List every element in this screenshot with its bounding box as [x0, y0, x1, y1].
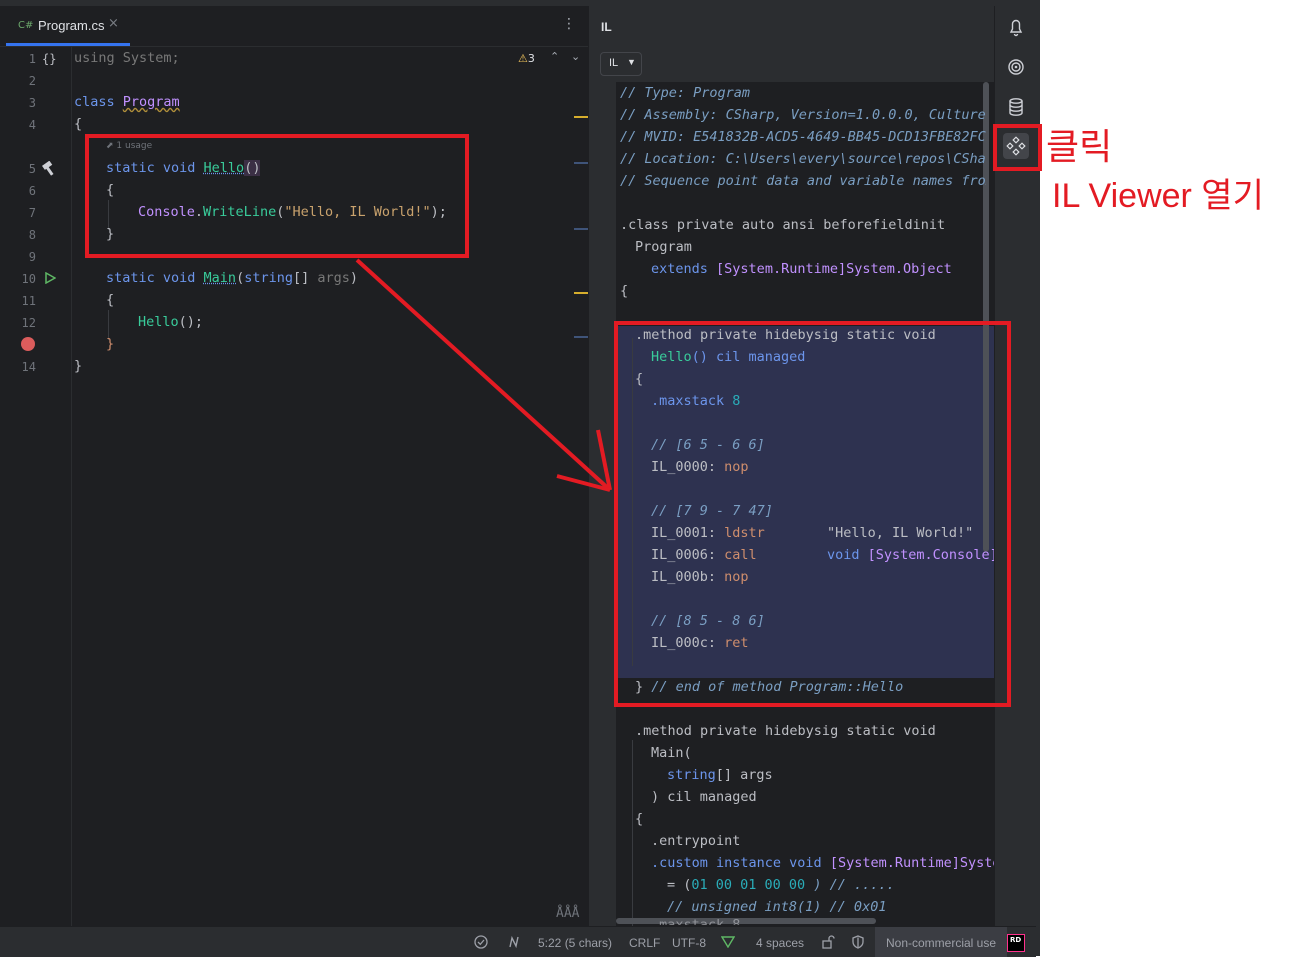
- annotation-open-il: IL Viewer 열기: [1052, 177, 1264, 215]
- annotation-click: 클릭: [1046, 127, 1113, 168]
